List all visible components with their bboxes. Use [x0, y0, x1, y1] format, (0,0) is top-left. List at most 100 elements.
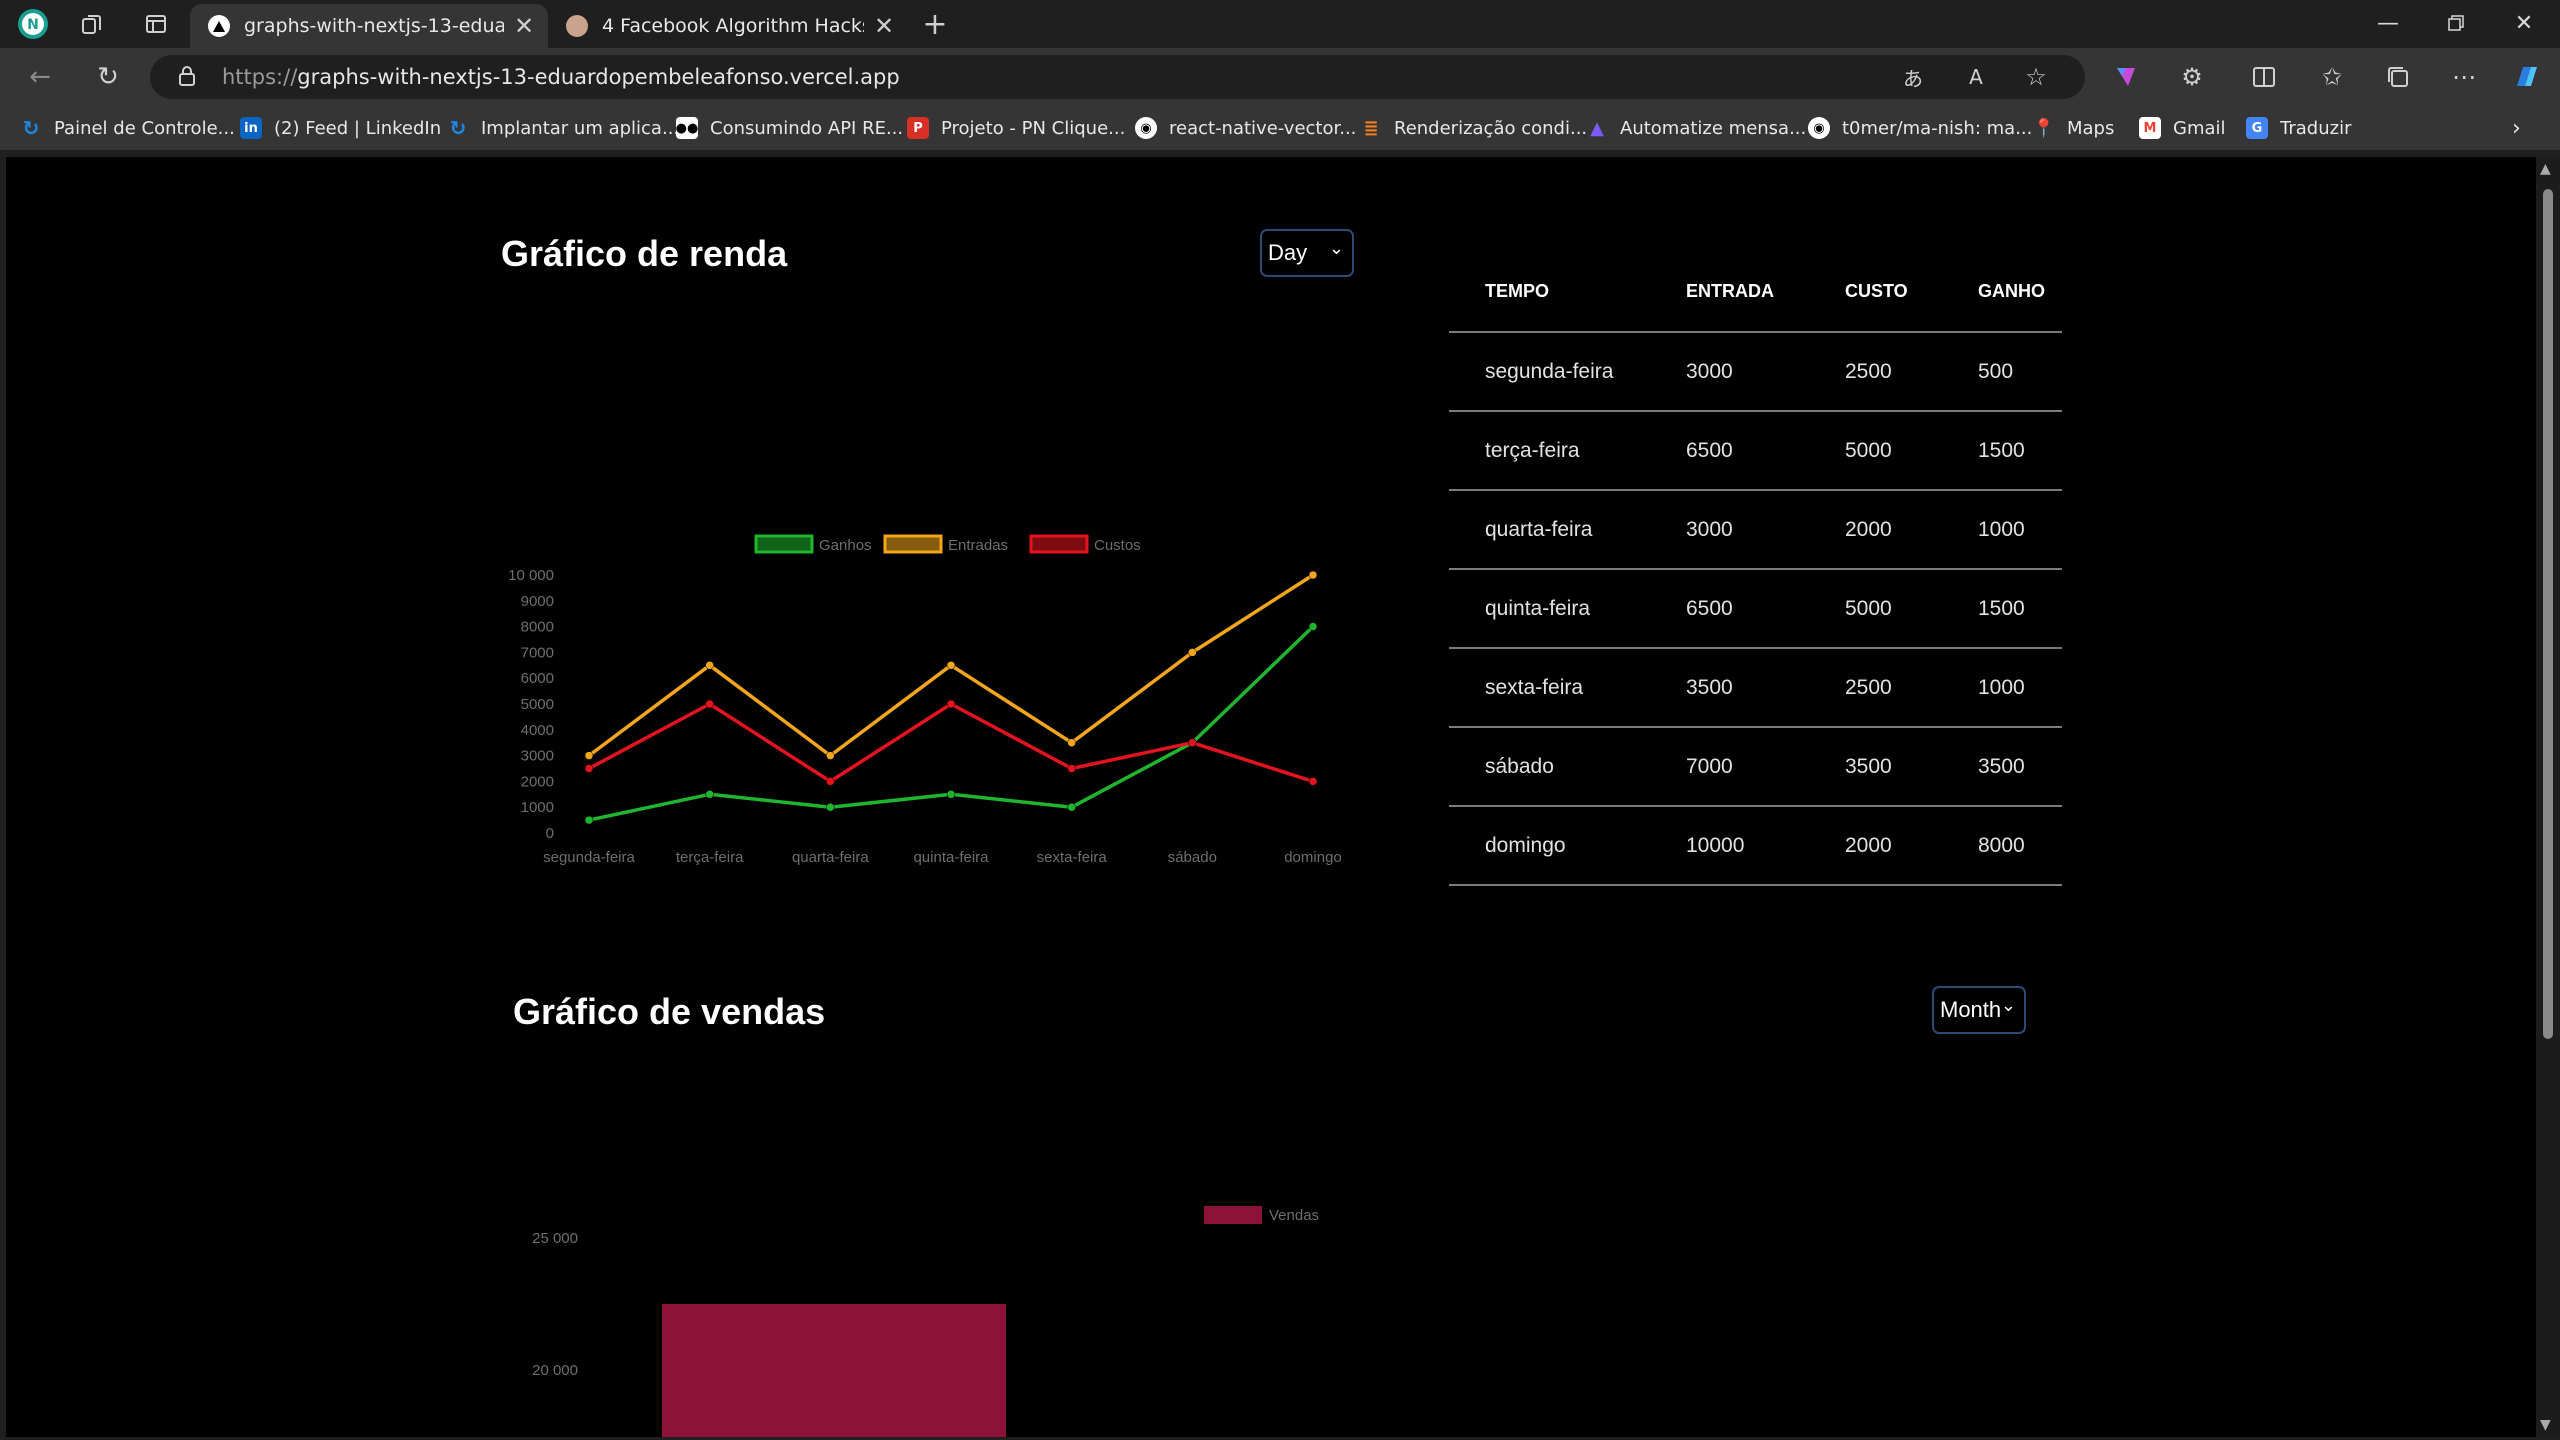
- bookmark-label: (2) Feed | LinkedIn: [274, 117, 442, 139]
- legend-label: Custos: [1094, 537, 1141, 554]
- bookmark-item[interactable]: ◉ t0mer/ma-nish: ma...: [1808, 115, 2032, 141]
- table-row: segunda-feira 3000 2500 500: [1449, 331, 2062, 410]
- bookmark-item[interactable]: ↻ Implantar um aplica...: [447, 115, 680, 141]
- bookmark-item[interactable]: ▲ Automatize mensa...: [1586, 115, 1806, 141]
- translate-icon: G: [2246, 117, 2268, 139]
- bookmark-item[interactable]: ●● Consumindo API RE...: [676, 115, 903, 141]
- bookmark-item[interactable]: P Projeto - PN Clique...: [907, 115, 1125, 141]
- data-point-custos: [1308, 777, 1318, 786]
- translate-page-icon[interactable]: あ: [1895, 59, 1931, 95]
- cell-entrada: 10000: [1686, 833, 1745, 857]
- bookmark-item[interactable]: 📍 Maps: [2033, 115, 2115, 141]
- automate-icon: ▲: [1590, 117, 1604, 139]
- data-point-entradas: [1067, 738, 1076, 747]
- legend-swatch: [754, 534, 814, 554]
- url-text: https://graphs-with-nextjs-13-eduardopem…: [222, 65, 900, 89]
- restore-icon[interactable]: [2422, 0, 2490, 46]
- data-point-entradas: [946, 661, 956, 670]
- x-tick-label: sábado: [1168, 849, 1217, 866]
- scroll-up-icon[interactable]: ▲: [2540, 161, 2551, 177]
- data-point-entradas: [705, 661, 714, 670]
- data-point-custos: [1188, 738, 1197, 747]
- new-tab-icon[interactable]: +: [917, 6, 953, 42]
- sales-bar-chart: 25 00020 00015 000Vendas: [532, 1206, 1319, 1437]
- bookmark-label: Gmail: [2173, 117, 2226, 139]
- legend-swatch: [1204, 1206, 1262, 1224]
- bookmark-item[interactable]: ↻ Painel de Controle...: [20, 115, 235, 141]
- refresh-icon[interactable]: ↻: [90, 59, 126, 95]
- address-bar[interactable]: https://graphs-with-nextjs-13-eduardopem…: [150, 55, 2085, 99]
- close-tab-icon[interactable]: ✕: [514, 12, 534, 40]
- tab-graphs[interactable]: graphs-with-nextjs-13-eduardopembeleafon…: [190, 4, 548, 48]
- back-icon[interactable]: ←: [22, 59, 58, 95]
- collections-icon[interactable]: [2380, 59, 2416, 95]
- lock-icon[interactable]: [178, 65, 196, 91]
- income-line-chart: Ganhos Entradas Custos 0 1000 2000 3000 4000 500…: [508, 534, 1342, 866]
- table-row: quinta-feira 6500 5000 1500: [1449, 568, 2062, 647]
- data-point-custos: [826, 777, 835, 786]
- income-period-select[interactable]: Day ⌄: [1260, 229, 1354, 277]
- github-icon: ◉: [1135, 117, 1157, 139]
- split-screen-icon[interactable]: [2246, 59, 2282, 95]
- table-row: terça-feira 6500 5000 1500: [1449, 410, 2062, 489]
- data-point-entradas: [584, 751, 594, 760]
- favorite-star-icon[interactable]: ☆: [2018, 59, 2054, 95]
- table-header-ganho: GANHO: [1978, 281, 2045, 301]
- y-tick-label: 6000: [521, 670, 554, 687]
- x-tick-label: domingo: [1284, 849, 1342, 866]
- more-menu-icon[interactable]: ⋯: [2446, 59, 2482, 95]
- cell-entrada: 7000: [1686, 754, 1733, 778]
- chevron-down-icon: ⌄: [1328, 238, 1344, 258]
- table-header-custo: CUSTO: [1845, 281, 1908, 301]
- workspaces-icon[interactable]: [74, 6, 110, 42]
- page-scrollbar[interactable]: ▲ ▼: [2536, 157, 2560, 1437]
- sales-period-select[interactable]: Month ⌄: [1932, 986, 2026, 1034]
- bookmark-item[interactable]: in (2) Feed | LinkedIn: [240, 115, 441, 141]
- profile-avatar-icon[interactable]: N: [15, 6, 51, 42]
- browser-tab-bar: N graphs-with-nextjs-13-eduardopembeleaf…: [0, 0, 2560, 48]
- bookmark-item[interactable]: G Traduzir: [2246, 115, 2351, 141]
- copilot-icon[interactable]: [2508, 59, 2544, 95]
- minimize-icon[interactable]: —: [2354, 0, 2422, 46]
- stack-icon: ≣: [1363, 117, 1379, 139]
- reload-blue-icon: ↻: [22, 116, 40, 140]
- y-tick-label: 9000: [521, 593, 554, 610]
- bookmark-item[interactable]: M Gmail: [2139, 115, 2226, 141]
- extension-icon[interactable]: [2108, 59, 2144, 95]
- x-tick-label: quinta-feira: [913, 849, 989, 866]
- scrollbar-thumb[interactable]: [2543, 189, 2553, 1039]
- gmail-icon: M: [2139, 117, 2161, 139]
- medium-icon: ●●: [676, 117, 698, 139]
- tab-title: graphs-with-nextjs-13-eduardopembeleafon…: [244, 15, 504, 37]
- cell-tempo: sábado: [1485, 754, 1554, 778]
- bookmark-item[interactable]: ◉ react-native-vector...: [1135, 115, 1356, 141]
- legend-swatch: [1029, 534, 1089, 554]
- read-aloud-icon[interactable]: A: [1958, 59, 1994, 95]
- cell-custo: 5000: [1845, 596, 1892, 620]
- extensions-puzzle-icon[interactable]: ⚙: [2174, 59, 2210, 95]
- cell-custo: 3500: [1845, 754, 1892, 778]
- scroll-down-icon[interactable]: ▼: [2540, 1417, 2551, 1433]
- tab-actions-icon[interactable]: [138, 6, 174, 42]
- close-window-icon[interactable]: ✕: [2490, 0, 2558, 46]
- url-host: graphs-with-nextjs-13-eduardopembeleafon…: [297, 65, 900, 89]
- y-tick-label: 4000: [521, 722, 554, 739]
- data-point-ganhos: [584, 815, 594, 825]
- close-tab-icon[interactable]: ✕: [874, 12, 894, 40]
- cell-custo: 2000: [1845, 833, 1892, 857]
- cell-ganho: 1000: [1978, 675, 2025, 699]
- tab-facebook[interactable]: 4 Facebook Algorithm Hacks to Boost ✕: [556, 4, 898, 48]
- data-point-entradas: [1188, 648, 1197, 657]
- bookmarks-more-icon[interactable]: ›: [2512, 115, 2521, 141]
- cell-tempo: domingo: [1485, 833, 1566, 857]
- data-point-ganhos: [826, 802, 835, 812]
- sales-chart-title: Gráfico de vendas: [513, 991, 826, 1032]
- y-tick-label: 20 000: [532, 1362, 578, 1379]
- cell-custo: 5000: [1845, 438, 1892, 462]
- income-chart-title: Gráfico de renda: [501, 233, 788, 274]
- data-point-ganhos: [946, 790, 956, 799]
- data-point-custos: [946, 699, 956, 709]
- favorites-icon[interactable]: ✩: [2314, 59, 2350, 95]
- cell-tempo: sexta-feira: [1485, 675, 1584, 699]
- bookmark-item[interactable]: ≣ Renderização condi...: [1360, 115, 1587, 141]
